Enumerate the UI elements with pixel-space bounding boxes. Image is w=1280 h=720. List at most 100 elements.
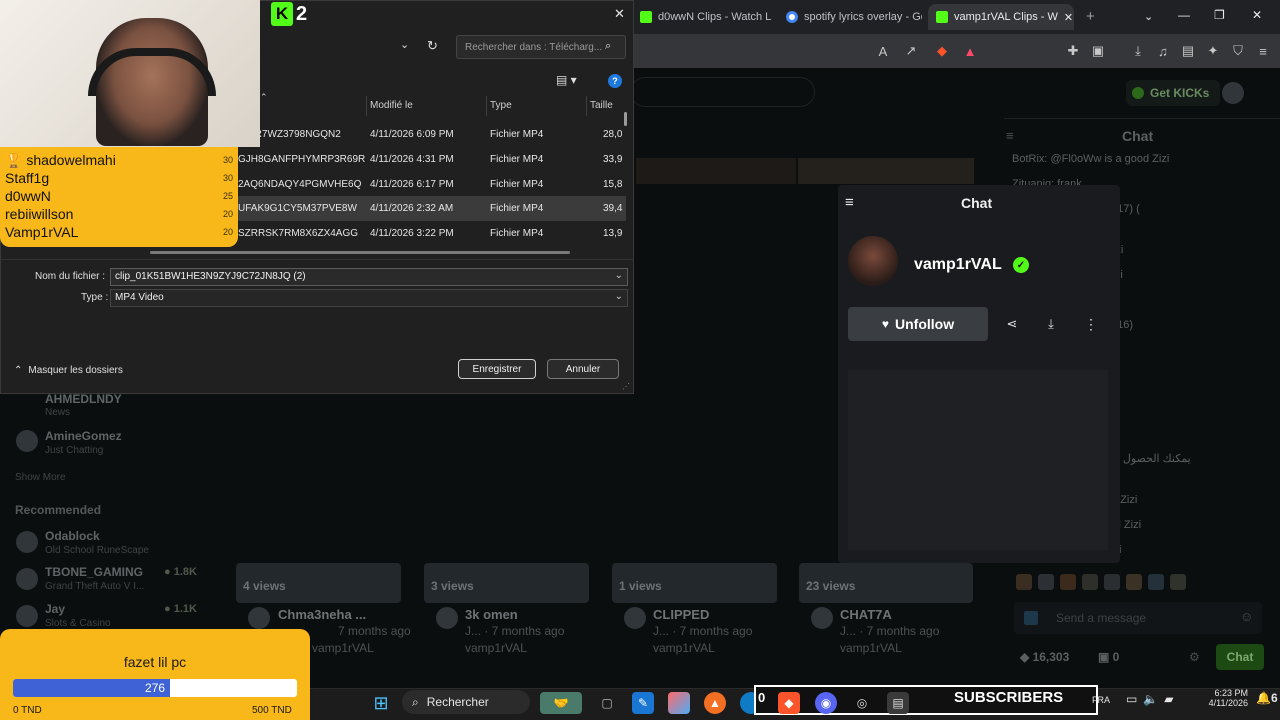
emote-icon[interactable] xyxy=(1060,574,1076,590)
battery-icon[interactable]: ▰ xyxy=(1164,692,1173,706)
avatar[interactable] xyxy=(811,607,833,629)
emote-bar[interactable] xyxy=(1016,574,1266,594)
taskbar-search[interactable]: ⌕ Rechercher xyxy=(402,690,530,714)
clip-title[interactable]: Chma3neha ... xyxy=(278,607,366,622)
system-tray[interactable]: ▭ 🔈 ▰ xyxy=(1126,692,1174,706)
emote-icon[interactable] xyxy=(1148,574,1164,590)
help-icon[interactable]: ? xyxy=(608,74,622,88)
dialog-close-icon[interactable]: ✕ xyxy=(614,6,625,22)
get-kicks-button[interactable]: Get KICKs xyxy=(1126,80,1220,106)
collapse-chat-icon[interactable]: ≡ xyxy=(1006,128,1014,143)
discord-icon[interactable]: ◉ xyxy=(815,692,837,714)
tab-spotify-lyrics[interactable]: spotify lyrics overlay - Go xyxy=(778,4,922,30)
sidebar-icon[interactable]: ▣ xyxy=(1089,42,1107,60)
chevron-down-icon[interactable]: ⌄ xyxy=(615,291,623,302)
wallet-icon[interactable]: ▤ xyxy=(1179,42,1197,60)
horizontal-scrollbar[interactable] xyxy=(150,251,570,254)
search-bar[interactable] xyxy=(630,77,815,107)
sidebar-channel-name[interactable]: Odablock xyxy=(45,529,100,543)
sidebar-channel-name[interactable]: Jay xyxy=(45,602,65,616)
emote-icon[interactable] xyxy=(1038,574,1054,590)
leo-ai-icon[interactable]: ✦ xyxy=(1204,42,1222,60)
menu-icon[interactable]: ≡ xyxy=(1254,42,1272,60)
tab-d0wwn-clips[interactable]: d0wwN Clips - Watch Live xyxy=(632,4,772,30)
chat-input[interactable]: Send a message ☺ xyxy=(1014,602,1262,634)
avatar[interactable] xyxy=(624,607,646,629)
view-options-icon[interactable]: ▤ ▾ xyxy=(556,73,577,87)
copilot-icon[interactable] xyxy=(668,692,690,714)
show-more-link[interactable]: Show More xyxy=(15,472,66,483)
emote-icon[interactable] xyxy=(1126,574,1142,590)
column-type[interactable]: Type xyxy=(490,100,512,111)
share-icon[interactable]: ↗ xyxy=(902,42,920,60)
video-thumbnail[interactable] xyxy=(798,158,974,184)
minimize-icon[interactable]: — xyxy=(1178,8,1190,22)
video-thumbnail[interactable] xyxy=(636,158,796,184)
second-counter[interactable]: ▣ 0 xyxy=(1098,650,1119,664)
emoji-icon[interactable]: ☺ xyxy=(1240,609,1253,624)
volume-icon[interactable]: 🔈 xyxy=(1143,692,1158,706)
notification-badge[interactable]: 🔔6 xyxy=(1256,691,1278,705)
windows-start-icon[interactable]: ⊞ xyxy=(370,692,392,714)
app-icon[interactable]: ▲ xyxy=(704,692,726,714)
avatar[interactable] xyxy=(16,531,38,553)
share-icon[interactable]: ⋖ xyxy=(1002,314,1022,334)
close-tab-icon[interactable]: ✕ xyxy=(1064,11,1073,24)
emote-icon[interactable] xyxy=(1104,574,1120,590)
profile-avatar[interactable] xyxy=(848,236,898,286)
sort-chevron-icon[interactable]: ⌃ xyxy=(260,92,268,103)
column-size[interactable]: Taille xyxy=(590,100,613,111)
sidebar-channel-name[interactable]: AmineGomez xyxy=(45,429,122,443)
chevron-down-icon[interactable]: ⌄ xyxy=(615,270,623,281)
refresh-icon[interactable]: ↻ xyxy=(427,38,438,54)
settings-icon[interactable]: ⚙ xyxy=(1189,650,1200,664)
avatar[interactable] xyxy=(16,605,38,627)
vpn-icon[interactable]: ⛉ xyxy=(1229,42,1247,60)
download-icon[interactable]: ⤓ xyxy=(1129,42,1147,60)
tab-search-icon[interactable]: ⌄ xyxy=(1144,10,1153,23)
network-icon[interactable]: ▭ xyxy=(1126,692,1137,706)
avatar[interactable] xyxy=(16,568,38,590)
avatar[interactable] xyxy=(16,430,38,452)
user-avatar[interactable] xyxy=(1222,82,1244,104)
tab-vamp1rval-clips[interactable]: vamp1rVAL Clips - W ✕ xyxy=(928,4,1074,30)
type-select[interactable]: MP4 Video ⌄ xyxy=(110,289,628,307)
avatar[interactable] xyxy=(248,607,270,629)
close-window-icon[interactable]: ✕ xyxy=(1252,8,1262,22)
save-button[interactable]: Enregistrer xyxy=(458,359,536,379)
clip-channel[interactable]: vamp1rVAL xyxy=(465,641,527,655)
download-icon[interactable]: ⤓ xyxy=(1041,314,1061,334)
channel-emote-icon[interactable] xyxy=(1024,611,1038,625)
clip-channel[interactable]: vamp1rVAL xyxy=(840,641,902,655)
sidebar-channel-name[interactable]: AHMEDLNDY xyxy=(45,392,122,406)
media-icon[interactable]: ♫ xyxy=(1154,42,1172,60)
chevron-down-icon[interactable]: ⌄ xyxy=(400,38,409,51)
emote-icon[interactable] xyxy=(1082,574,1098,590)
sidebar-channel-name[interactable]: TBONE_GAMING xyxy=(45,565,143,579)
emote-icon[interactable] xyxy=(1170,574,1186,590)
maximize-icon[interactable]: ❐ xyxy=(1214,8,1225,22)
search-input[interactable]: Rechercher dans : Télécharg... ⌕ xyxy=(456,35,626,59)
clip-channel[interactable]: vamp1rVAL xyxy=(312,641,374,655)
clip-title[interactable]: CLIPPED xyxy=(653,607,709,622)
send-chat-button[interactable]: Chat xyxy=(1216,644,1264,670)
avatar[interactable] xyxy=(436,607,458,629)
brave-rewards-icon[interactable]: ▲ xyxy=(961,42,979,60)
brave-icon[interactable]: ◆ xyxy=(778,692,800,714)
column-modified[interactable]: Modifié le xyxy=(370,100,413,111)
clip-channel[interactable]: vamp1rVAL xyxy=(653,641,715,655)
vertical-scrollbar[interactable] xyxy=(624,112,627,126)
widgets-icon[interactable]: 🤝 xyxy=(540,692,582,714)
unfollow-button[interactable]: ♥ Unfollow xyxy=(848,307,988,341)
points-display[interactable]: ◆ 16,303 xyxy=(1020,650,1069,664)
clock[interactable]: 6:23 PM 4/11/2026 xyxy=(1196,688,1248,708)
hide-folders-toggle[interactable]: ⌃ Masquer les dossiers xyxy=(14,365,123,376)
address-bar[interactable]: ⌄ xyxy=(262,36,418,56)
collapse-icon[interactable]: ≡ xyxy=(845,194,854,211)
language-indicator[interactable]: FRA xyxy=(1092,695,1110,705)
profile-username[interactable]: vamp1rVAL xyxy=(914,256,1002,274)
clip-title[interactable]: CHAT7A xyxy=(840,607,892,622)
emote-icon[interactable] xyxy=(1016,574,1032,590)
resize-grip-icon[interactable]: ⋰ xyxy=(622,382,630,391)
clip-title[interactable]: 3k omen xyxy=(465,607,518,622)
